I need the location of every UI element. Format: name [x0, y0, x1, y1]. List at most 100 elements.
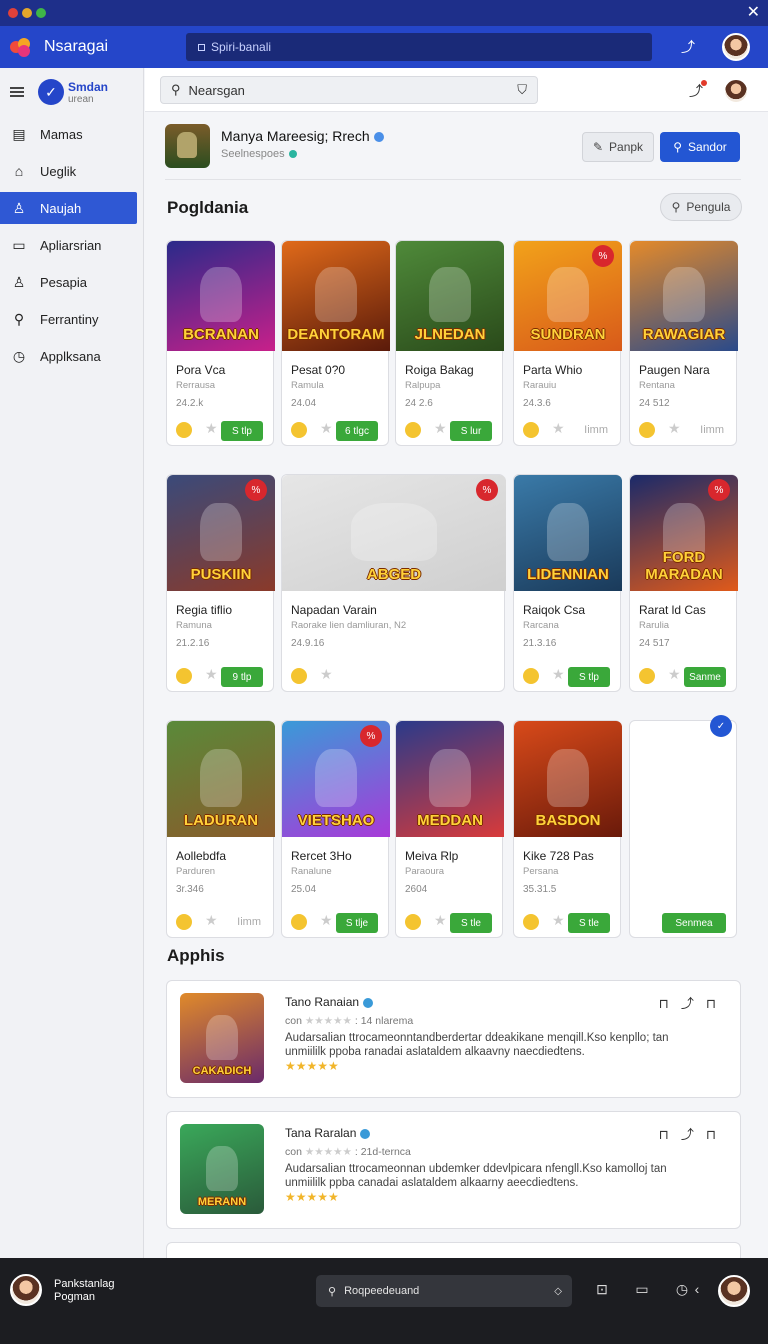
game-card[interactable]: LADURAN Aollebdfa Parduren 3r.346 ★ Iimm — [166, 720, 275, 938]
rating-emoji-icon — [523, 914, 539, 930]
time-icon[interactable]: ◷ — [672, 1281, 692, 1298]
review-body: Audarsalian ttrocameonntandberdertar dde… — [285, 1032, 669, 1058]
game-card[interactable]: LIDENNIAN Raiqok Csa Rarcana 21.3.16 ★ S tlp — [513, 474, 622, 692]
get-button[interactable]: S tlp — [568, 667, 610, 687]
get-button[interactable]: Senmea — [662, 913, 726, 933]
primary-button[interactable]: ⚲ Sandor — [660, 132, 740, 162]
game-card[interactable]: ✓ Senmea — [629, 715, 737, 938]
share-icon[interactable]: ⤴ — [685, 80, 707, 102]
get-button[interactable]: S lur — [450, 421, 492, 441]
get-button[interactable]: 6 tlgc — [336, 421, 378, 441]
game-card[interactable]: PUSKIIN% Regia tiflio Ramuna 21.2.16 ★ 9 tlp — [166, 474, 275, 692]
chevron-left-icon[interactable]: ‹ — [692, 1281, 702, 1297]
avatar[interactable] — [723, 78, 749, 104]
close-dot[interactable] — [8, 8, 18, 18]
sidebar-item-applksana[interactable]: ◷ Applksana — [0, 340, 143, 372]
chevron-icon[interactable]: ◇ — [554, 1286, 562, 1297]
menu-icon[interactable] — [10, 87, 24, 97]
get-button[interactable]: 9 tlp — [221, 667, 263, 687]
sidebar-item-mamas[interactable]: ▤ Mamas — [0, 118, 143, 150]
game-card[interactable]: RAWAGIAR Paugen Nara Rentana 24 512 ★ Iimm — [629, 240, 738, 446]
bookmark-icon[interactable]: ⊓ — [659, 996, 681, 1011]
search-input[interactable]: ⚲ Nearsgan ⛉ — [160, 76, 538, 104]
review-card[interactable]: MERANN Tana Raralan con ★★★★★ : 21d-tern… — [166, 1111, 741, 1229]
minimize-dot[interactable] — [22, 8, 32, 18]
character-figure — [663, 267, 705, 323]
game-publisher: Rarauiu — [523, 380, 557, 391]
sidebar-item-naujah[interactable]: ♙ Naujah — [0, 192, 137, 224]
game-thumbnail: DEANTORAM — [282, 241, 390, 351]
star-icon[interactable]: ★ — [552, 912, 565, 929]
secondary-button[interactable]: ✎ Panpk — [582, 132, 654, 162]
share-icon[interactable]: ⤴ — [681, 1127, 706, 1142]
save-icon[interactable]: ⊓ — [706, 996, 728, 1011]
sidebar-item-ueglik[interactable]: ⌂ Ueglik — [0, 155, 143, 187]
get-button[interactable]: Sanme — [684, 667, 726, 687]
star-icon[interactable]: ★ — [434, 420, 447, 437]
share-icon[interactable]: ⤴ — [676, 36, 700, 58]
share-icon[interactable]: ⤴ — [681, 996, 706, 1011]
status-label: Iimm — [237, 916, 261, 928]
user-subtitle: Pogman — [54, 1291, 95, 1303]
game-publisher: Paraoura — [405, 866, 445, 877]
star-icon[interactable]: ★ — [205, 420, 218, 437]
sidebar-item-pesapia[interactable]: ♙ Pesapia — [0, 266, 143, 298]
verified-icon — [363, 997, 374, 1008]
star-icon[interactable]: ★ — [320, 912, 333, 929]
window-icon[interactable]: ▭ — [632, 1281, 652, 1298]
get-button[interactable]: S tlje — [336, 913, 378, 933]
star-icon[interactable]: ★ — [552, 420, 565, 437]
avatar[interactable] — [718, 1275, 750, 1307]
search-text: Nearsgan — [188, 82, 245, 98]
rating-emoji-icon — [176, 422, 192, 438]
game-size: 24.3.6 — [523, 398, 551, 409]
get-button[interactable]: S tlp — [221, 421, 263, 441]
filter-button[interactable]: ⚲ Pengula — [660, 193, 742, 221]
review-meta-count: : 21d-ternca — [354, 1146, 411, 1158]
character-figure — [429, 267, 471, 323]
game-card[interactable]: SUNDRAN% Parta Whio Rarauiu 24.3.6 ★ Iimm — [513, 240, 622, 446]
brand-subtitle: urean — [68, 93, 94, 105]
game-card[interactable]: ABGED% Napadan Varain Raorake lien damliur… — [281, 474, 506, 692]
star-icon[interactable]: ★ — [205, 912, 218, 929]
game-card[interactable]: BASDON Kike 728 Pas Persana 35.31.5 ★ S tle — [513, 720, 622, 938]
get-button[interactable]: S tle — [568, 913, 610, 933]
bottom-search-input[interactable]: ⚲ Roqpeedeuand ◇ — [316, 1275, 572, 1307]
bookmark-icon[interactable]: ⊓ — [659, 1127, 681, 1142]
star-icon[interactable]: ★ — [320, 420, 333, 437]
user-avatar[interactable] — [10, 1274, 42, 1306]
sidebar-item-label: Naujah — [40, 200, 82, 216]
save-icon[interactable]: ⊓ — [706, 1127, 728, 1142]
sidebar-item-ferrantiny[interactable]: ⚲ Ferrantiny — [0, 303, 143, 335]
maximize-dot[interactable] — [36, 8, 46, 18]
game-size: 24.9.16 — [291, 638, 325, 649]
game-size: 24 2.6 — [405, 398, 433, 409]
star-icon[interactable]: ★ — [552, 666, 565, 683]
game-name: Paugen Nara — [639, 363, 710, 377]
bag-icon[interactable]: ⊡ — [592, 1281, 612, 1298]
game-card[interactable]: DEANTORAM Pesat 0?0 Ramula 24.04 ★ 6 tlgc — [281, 240, 390, 446]
close-icon[interactable]: ✕ — [747, 2, 760, 22]
game-card[interactable]: JLNEDAN Roiga Bakag Ralpupa 24 2.6 ★ S lur — [395, 240, 504, 446]
avatar[interactable] — [722, 33, 750, 61]
folder-icon: ▭ — [12, 236, 26, 253]
star-icon[interactable]: ★ — [205, 666, 218, 683]
game-card[interactable]: FORD MARADAN% Rarat ld Cas Rarulia 24 517 ★ S… — [629, 474, 738, 692]
game-publisher: Ranalune — [291, 866, 332, 877]
star-icon[interactable]: ★ — [434, 912, 447, 929]
game-card[interactable]: MEDDAN Meiva Rlp Paraoura 2604 ★ S tle — [395, 720, 504, 938]
sub-toolbar: ⚲ Nearsgan ⛉ ⤴ — [145, 68, 768, 112]
get-button[interactable]: S tle — [450, 913, 492, 933]
game-card[interactable]: VIETSHAO% Rercet 3Ho Ranalune 25.04 ★ S tlje — [281, 720, 390, 938]
review-meta-count: : 14 nlarema — [354, 1015, 414, 1027]
basket-icon[interactable]: ⛉ — [517, 82, 527, 98]
star-icon[interactable]: ★ — [668, 420, 681, 437]
top-search-input[interactable]: Spiri-banali — [186, 33, 652, 61]
review-card[interactable]: CAKADICH Tano Ranaian con ★★★★★ : 14 nla… — [166, 980, 741, 1098]
star-icon[interactable]: ★ — [320, 666, 333, 683]
sidebar-item-apliarsrian[interactable]: ▭ Apliarsrian — [0, 229, 143, 261]
game-thumbnail: JLNEDAN — [396, 241, 504, 351]
character-figure — [547, 502, 589, 561]
game-card[interactable]: BCRANAN Pora Vca Rerrausa 24.2.k ★ S tlp — [166, 240, 275, 446]
star-icon[interactable]: ★ — [668, 666, 681, 683]
